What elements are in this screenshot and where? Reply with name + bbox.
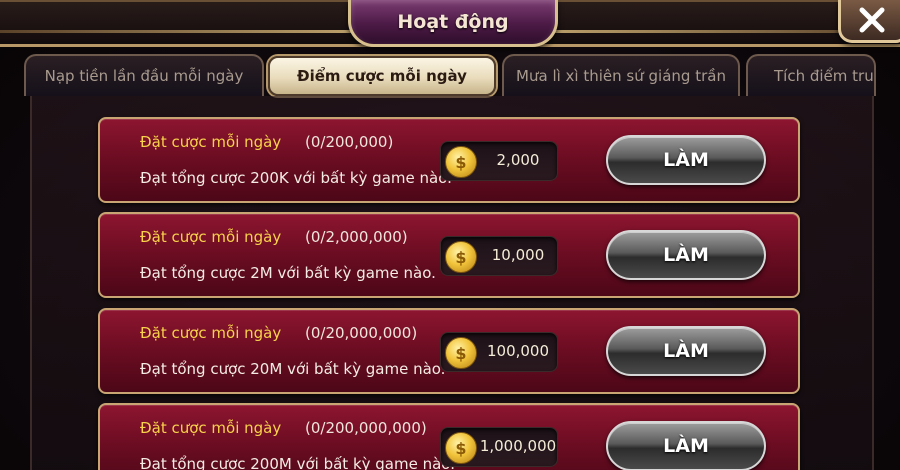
reward-box: $ 100,000 <box>440 332 558 372</box>
task-title: Đặt cược mỗi ngày <box>140 228 282 246</box>
do-task-button-label: LÀM <box>663 149 709 171</box>
tab-label: Nạp tiền lần đầu mỗi ngày <box>44 67 244 85</box>
task-description: Đạt tổng cược 200K với bất kỳ game nào. <box>140 169 452 187</box>
task-title: Đặt cược mỗi ngày <box>140 419 282 437</box>
reward-box: $ 10,000 <box>440 236 558 276</box>
task-row: Đặt cược mỗi ngày (0/200,000) Đạt tổng c… <box>98 117 800 203</box>
reward-amount: 100,000 <box>486 342 550 360</box>
task-row: Đặt cược mỗi ngày (0/2,000,000) Đạt tổng… <box>98 212 800 298</box>
task-progress: (0/2,000,000) <box>305 228 408 246</box>
coin-icon: $ <box>445 146 477 178</box>
tab-label: Mưa lì xì thiên sứ giáng trần <box>516 67 726 85</box>
do-task-button[interactable]: LÀM <box>606 421 766 470</box>
task-progress: (0/200,000) <box>305 133 394 151</box>
task-progress: (0/200,000,000) <box>305 419 427 437</box>
task-row: Đặt cược mỗi ngày (0/200,000,000) Đạt tổ… <box>98 403 800 470</box>
task-progress: (0/20,000,000) <box>305 324 418 342</box>
tab-daily-bet-points[interactable]: Điểm cược mỗi ngày <box>268 56 496 96</box>
tab-accumulate-points[interactable]: Tích điểm tru <box>746 54 876 96</box>
task-description: Đạt tổng cược 20M với bất kỳ game nào. <box>140 360 446 378</box>
task-row: Đặt cược mỗi ngày (0/20,000,000) Đạt tổn… <box>98 308 800 394</box>
tab-label: Tích điểm tru <box>774 67 874 85</box>
coin-icon: $ <box>445 241 477 273</box>
task-description: Đạt tổng cược 2M với bất kỳ game nào. <box>140 264 436 282</box>
reward-box: $ 2,000 <box>440 141 558 181</box>
tab-label: Điểm cược mỗi ngày <box>297 67 467 85</box>
do-task-button-label: LÀM <box>663 340 709 362</box>
tab-first-deposit[interactable]: Nạp tiền lần đầu mỗi ngày <box>24 54 264 96</box>
close-button[interactable] <box>838 0 900 43</box>
do-task-button[interactable]: LÀM <box>606 230 766 280</box>
reward-amount: 10,000 <box>491 246 545 264</box>
reward-box: $ 1,000,000 <box>440 427 558 467</box>
do-task-button-label: LÀM <box>663 244 709 266</box>
do-task-button-label: LÀM <box>663 435 709 457</box>
do-task-button[interactable]: LÀM <box>606 326 766 376</box>
activity-dialog: Hoạt động Nạp tiền lần đầu mỗi ngày Điểm… <box>0 0 900 470</box>
task-title: Đặt cược mỗi ngày <box>140 324 282 342</box>
task-description: Đạt tổng cược 200M với bất kỳ game nào. <box>140 455 455 470</box>
dialog-title: Hoạt động <box>397 11 509 33</box>
dialog-title-plate: Hoạt động <box>348 0 558 47</box>
task-title: Đặt cược mỗi ngày <box>140 133 282 151</box>
reward-amount: 2,000 <box>496 151 540 169</box>
reward-amount: 1,000,000 <box>479 437 557 455</box>
do-task-button[interactable]: LÀM <box>606 135 766 185</box>
close-icon <box>859 7 885 33</box>
coin-icon: $ <box>445 432 477 464</box>
coin-icon: $ <box>445 337 477 369</box>
tab-lucky-money-rain[interactable]: Mưa lì xì thiên sứ giáng trần <box>502 54 740 96</box>
